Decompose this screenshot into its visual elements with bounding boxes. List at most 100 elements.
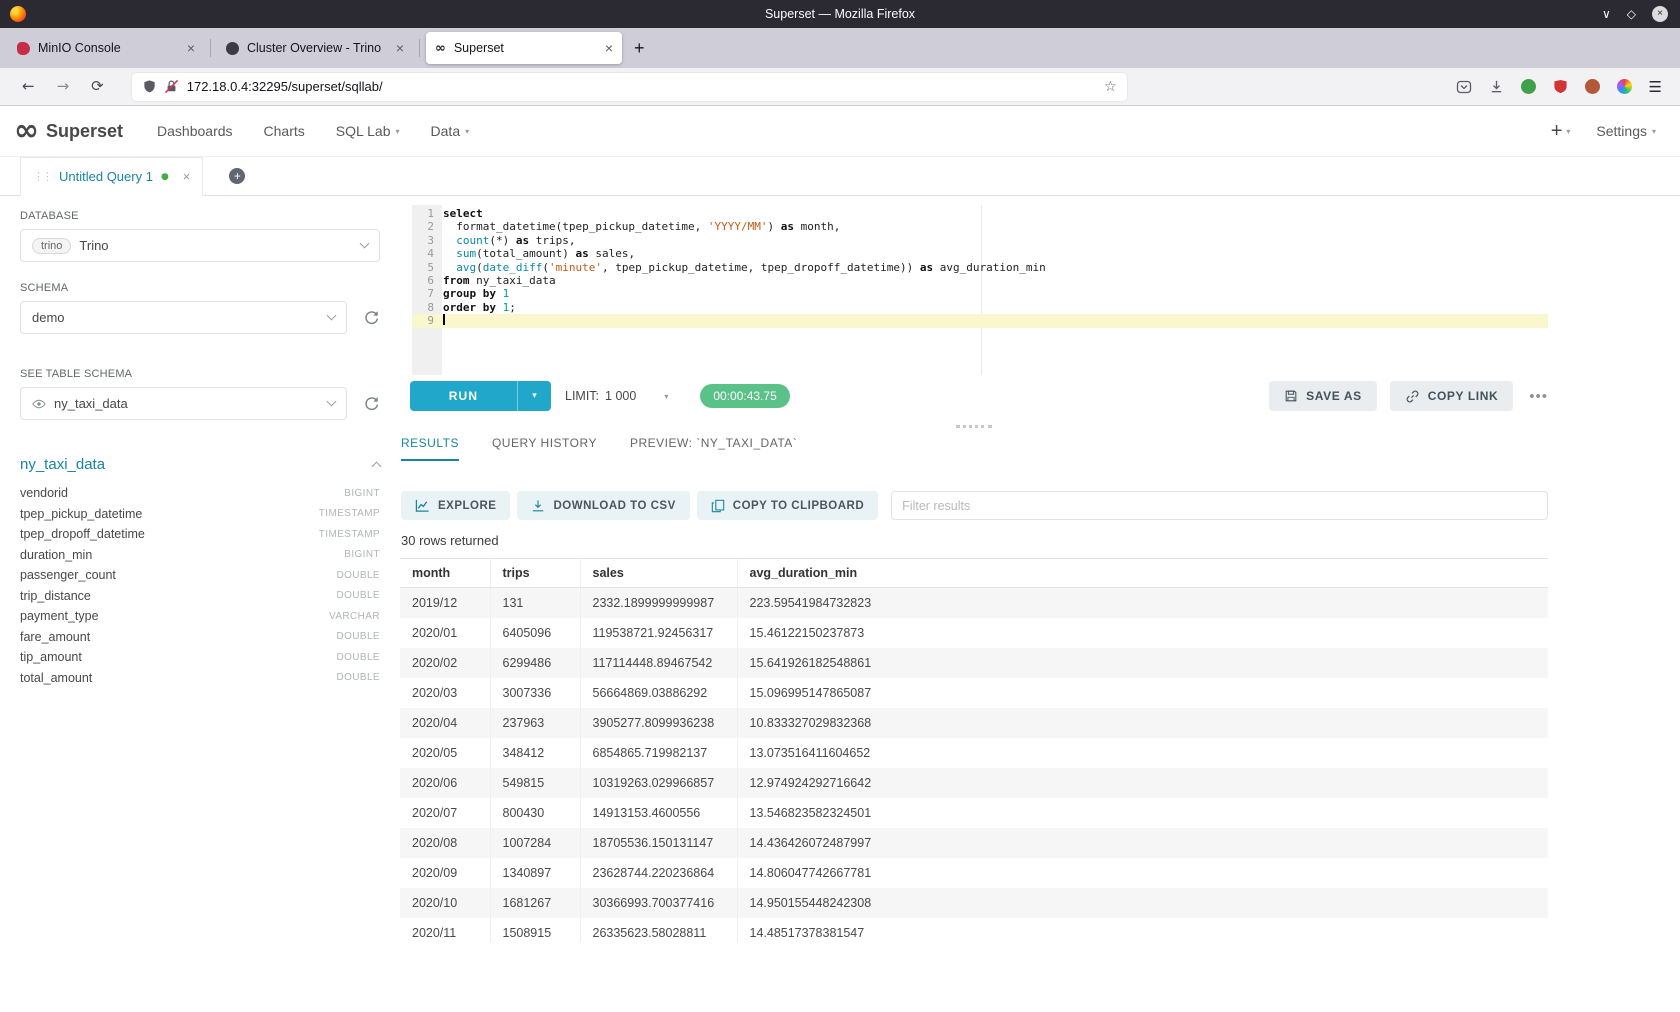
extension-pinwheel-icon[interactable] [1617, 79, 1632, 94]
code-line[interactable]: 2 format_datetime(tpep_pickup_datetime, … [412, 220, 1548, 233]
column-item[interactable]: payment_typeVARCHAR [20, 606, 380, 627]
table-row[interactable]: 2020/0654981510319263.02996685712.974924… [400, 768, 1548, 798]
maximize-icon[interactable]: ◇ [1627, 7, 1636, 21]
refresh-icon[interactable]: ⟳ [91, 79, 104, 94]
chevron-down-icon: ▾ [1652, 127, 1656, 136]
code-line[interactable]: 4 sum(total_amount) as sales, [412, 247, 1548, 260]
close-query-tab-icon[interactable]: × [183, 169, 191, 184]
menu-icon[interactable]: ☰ [1649, 78, 1662, 96]
add-query-tab-button[interactable]: + [229, 168, 245, 184]
nav-dashboards[interactable]: Dashboards [157, 123, 233, 139]
table-row[interactable]: 2020/09134089723628744.22023686414.80604… [400, 858, 1548, 888]
add-new-button[interactable]: +▾ [1551, 120, 1571, 143]
column-header[interactable]: avg_duration_min [737, 559, 1548, 588]
table-row[interactable]: 2019/121312332.1899999999987223.59541984… [400, 588, 1548, 618]
copy-clipboard-button[interactable]: COPY TO CLIPBOARD [697, 491, 878, 520]
column-item[interactable]: tpep_dropoff_datetimeTIMESTAMP [20, 524, 380, 545]
bookmark-star-icon[interactable]: ☆ [1104, 79, 1117, 95]
code-line[interactable]: 5 avg(date_diff('minute', tpep_pickup_da… [412, 261, 1548, 274]
schema-select[interactable]: demo [20, 301, 347, 334]
column-item[interactable]: fare_amountDOUBLE [20, 627, 380, 648]
table-row[interactable]: 2020/042379633905277.809993623810.833327… [400, 708, 1548, 738]
extension-green-icon[interactable] [1521, 79, 1536, 94]
brand-title[interactable]: Superset [46, 121, 123, 142]
copy-link-button[interactable]: COPY LINK [1390, 381, 1514, 411]
tab-query-history[interactable]: QUERY HISTORY [492, 436, 597, 461]
nav-charts[interactable]: Charts [264, 123, 305, 139]
resize-handle[interactable] [956, 425, 992, 428]
code-line[interactable]: 9 [412, 314, 1548, 327]
code-line[interactable]: 3 count(*) as trips, [412, 234, 1548, 247]
column-item[interactable]: total_amountDOUBLE [20, 668, 380, 689]
nav-sql-lab[interactable]: SQL Lab▾ [336, 123, 400, 139]
table-name-link[interactable]: ny_taxi_data [20, 456, 105, 473]
run-button-group[interactable]: RUN ▾ [410, 381, 551, 411]
sql-editor[interactable]: 1select2 format_datetime(tpep_pickup_dat… [412, 205, 1548, 375]
close-tab-icon[interactable]: × [187, 41, 195, 55]
table-row[interactable]: 2020/026299486117114448.8946754215.64192… [400, 648, 1548, 678]
nav-data[interactable]: Data▾ [431, 123, 470, 139]
filter-results-input[interactable] [891, 491, 1548, 520]
limit-control[interactable]: LIMIT: 1 000 ▾ [565, 389, 668, 403]
column-header[interactable]: trips [490, 559, 580, 588]
column-header[interactable]: sales [580, 559, 737, 588]
table-row[interactable]: 2020/08100728418705536.15013114714.43642… [400, 828, 1548, 858]
extension-shield-icon[interactable] [1553, 79, 1568, 94]
column-item[interactable]: trip_distanceDOUBLE [20, 586, 380, 607]
code-line[interactable]: 6from ny_taxi_data [412, 274, 1548, 287]
column-item[interactable]: duration_minBIGINT [20, 545, 380, 566]
more-options-icon[interactable]: ••• [1529, 388, 1548, 405]
browser-tab-minio[interactable]: MinIO Console × [8, 32, 204, 64]
refresh-tables-icon[interactable] [363, 395, 380, 412]
superset-logo-icon[interactable]: ∞ [14, 116, 39, 146]
query-tab-active[interactable]: ⋮⋮ Untitled Query 1 ● × [20, 157, 203, 196]
save-as-button[interactable]: SAVE AS [1269, 381, 1377, 411]
table-row[interactable]: 2020/10168126730366993.70037741614.95015… [400, 888, 1548, 918]
new-tab-button[interactable]: + [634, 39, 645, 57]
close-tab-icon[interactable]: × [396, 41, 404, 55]
close-tab-icon[interactable]: × [605, 41, 613, 55]
explore-button[interactable]: EXPLORE [401, 491, 510, 520]
run-options-caret-icon[interactable]: ▾ [517, 381, 551, 411]
forward-icon[interactable]: → [57, 79, 70, 94]
chevron-up-icon[interactable] [372, 462, 382, 472]
tab-results[interactable]: RESULTS [401, 436, 459, 461]
column-item[interactable]: tpep_pickup_datetimeTIMESTAMP [20, 504, 380, 525]
table-row[interactable]: 2020/016405096119538721.9245631715.46122… [400, 618, 1548, 648]
drag-handle-icon[interactable]: ⋮⋮ [33, 170, 51, 183]
minimize-icon[interactable]: ∨ [1602, 7, 1611, 21]
browser-tab-trino[interactable]: Cluster Overview - Trino × [217, 32, 413, 64]
code-line[interactable]: 1select [412, 207, 1548, 220]
insecure-lock-icon[interactable] [164, 79, 179, 94]
refresh-schemas-icon[interactable] [363, 309, 380, 326]
back-icon[interactable]: ← [22, 79, 35, 94]
database-select[interactable]: trino Trino [20, 229, 380, 262]
table-row[interactable]: 2020/0780043014913153.460055613.54682358… [400, 798, 1548, 828]
table-row[interactable]: 2020/053484126854865.71998213713.0735164… [400, 738, 1548, 768]
tab-preview-table[interactable]: PREVIEW: `NY_TAXI_DATA` [630, 436, 797, 461]
pocket-icon[interactable] [1456, 79, 1472, 95]
column-item[interactable]: vendoridBIGINT [20, 483, 380, 504]
chevron-down-icon [327, 397, 337, 407]
table-select[interactable]: ny_taxi_data [20, 387, 347, 420]
settings-menu[interactable]: Settings▾ [1596, 123, 1656, 139]
code-line[interactable]: 7group by 1 [412, 287, 1548, 300]
download-csv-button[interactable]: DOWNLOAD TO CSV [517, 491, 689, 520]
url-text[interactable]: 172.18.0.4:32295/superset/sqllab/ [187, 79, 1104, 94]
table-row[interactable]: 2020/03300733656664869.0388629215.096995… [400, 678, 1548, 708]
table-cell: 2020/06 [400, 768, 490, 798]
download-icon[interactable] [1489, 79, 1504, 94]
url-field[interactable]: 172.18.0.4:32295/superset/sqllab/ ☆ [132, 73, 1127, 101]
table-schema-header[interactable]: ny_taxi_data [20, 456, 380, 473]
column-item[interactable]: passenger_countDOUBLE [20, 565, 380, 586]
tracking-shield-icon[interactable] [142, 79, 157, 94]
code-line[interactable]: 8order by 1; [412, 301, 1548, 314]
close-window-icon[interactable]: × [1652, 6, 1668, 22]
column-header[interactable]: month [400, 559, 490, 588]
run-button[interactable]: RUN [410, 381, 517, 411]
browser-tab-superset[interactable]: ∞ Superset × [426, 32, 622, 64]
eye-icon [32, 397, 46, 411]
column-item[interactable]: tip_amountDOUBLE [20, 647, 380, 668]
extension-brown-icon[interactable] [1585, 79, 1600, 94]
table-row[interactable]: 2020/11150891526335623.5802881114.485173… [400, 918, 1548, 943]
